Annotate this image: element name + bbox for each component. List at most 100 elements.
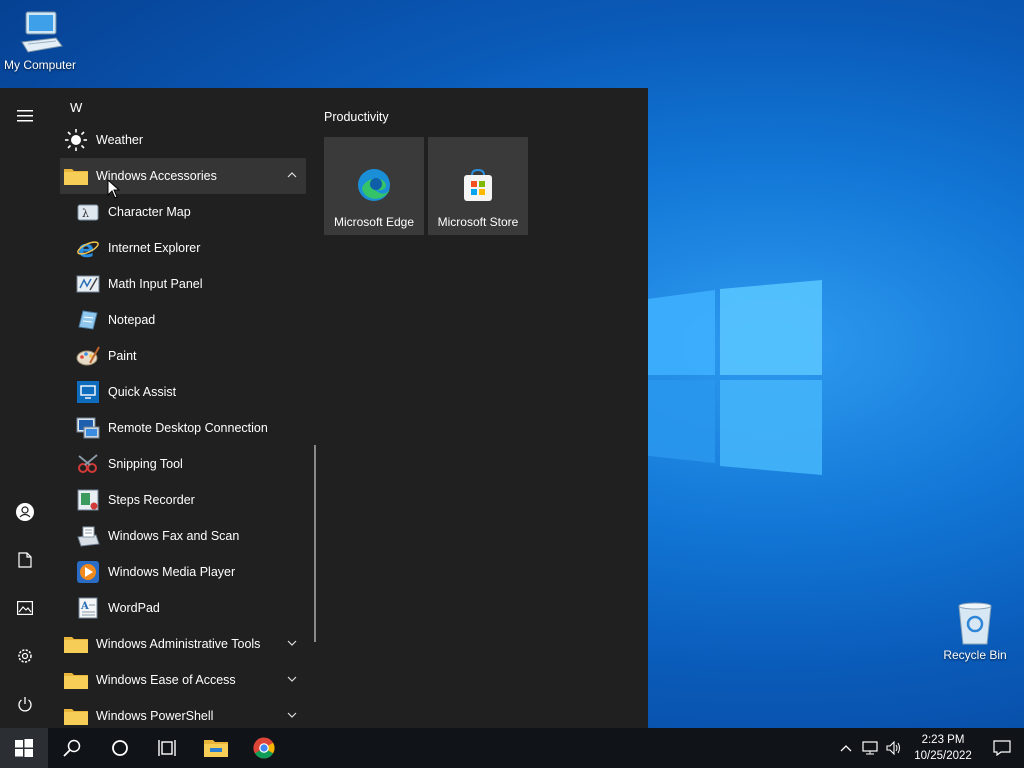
app-label: Remote Desktop Connection [108,421,268,435]
notification-icon [993,740,1011,756]
action-center-button[interactable] [980,728,1024,768]
app-steps-recorder[interactable]: Steps Recorder [60,482,306,518]
cortana-button[interactable] [96,728,144,768]
taskbar: 2:23 PM 10/25/2022 [0,728,1024,768]
user-button[interactable] [0,492,50,532]
app-media-player[interactable]: Windows Media Player [60,554,306,590]
user-icon [16,503,34,521]
chrome-button[interactable] [240,728,288,768]
network-button[interactable] [858,728,882,768]
quick-assist-icon [76,380,100,404]
desktop-icon-label: My Computer [3,58,77,72]
folder-administrative-tools[interactable]: Windows Administrative Tools [60,626,306,662]
power-icon [18,697,32,712]
app-fax-scan[interactable]: Windows Fax and Scan [60,518,306,554]
folder-label: Windows Ease of Access [96,673,236,687]
app-label: Character Map [108,205,191,219]
documents-icon [18,552,32,568]
app-weather[interactable]: Weather [60,122,306,158]
start-button[interactable] [0,728,48,768]
notepad-icon [76,308,100,332]
folder-windows-accessories[interactable]: Windows Accessories [60,158,306,194]
remote-desktop-icon [76,416,100,440]
app-remote-desktop[interactable]: Remote Desktop Connection [60,410,306,446]
app-label: WordPad [108,601,160,615]
steps-recorder-icon [76,488,100,512]
search-button[interactable] [48,728,96,768]
chevron-up-icon[interactable] [286,169,298,181]
wordpad-icon: A [76,596,100,620]
folder-icon [64,632,88,656]
task-view-button[interactable] [144,728,192,768]
app-wordpad[interactable]: A WordPad [60,590,306,626]
desktop-icon-my-computer[interactable]: My Computer [0,8,80,72]
mouse-cursor-icon [107,179,121,199]
app-label: Windows Fax and Scan [108,529,240,543]
app-label: Weather [96,133,144,147]
app-label: Windows Media Player [108,565,236,579]
clock[interactable]: 2:23 PM 10/25/2022 [906,732,980,764]
edge-icon [358,169,390,201]
chrome-icon [253,737,275,759]
tiles-group-header[interactable]: Productivity [324,110,389,124]
folder-icon [64,668,88,692]
tile-microsoft-edge[interactable]: Microsoft Edge [324,137,424,235]
character-map-icon: λ [76,200,100,224]
folder-label: Windows Administrative Tools [96,637,261,651]
start-menu: W Weather Windows Accessories λ Characte… [0,88,648,728]
svg-text:λ: λ [82,207,89,220]
folder-powershell[interactable]: Windows PowerShell [60,698,306,728]
tile-label: Microsoft Store [437,215,519,229]
app-list-scrollbar[interactable] [314,445,316,642]
windows-wallpaper-logo [640,280,822,475]
volume-icon [886,741,900,755]
chevron-down-icon[interactable] [286,637,298,649]
app-internet-explorer[interactable]: e Internet Explorer [60,230,306,266]
recycle-bin-icon [958,602,992,645]
start-rail [0,88,50,728]
folder-ease-of-access[interactable]: Windows Ease of Access [60,662,306,698]
desktop-icon-recycle-bin[interactable]: Recycle Bin [935,600,1015,662]
pictures-button[interactable] [0,588,50,628]
clock-date: 10/25/2022 [914,750,972,762]
folder-icon [64,164,88,188]
tile-microsoft-store[interactable]: Microsoft Store [428,137,528,235]
chevron-down-icon[interactable] [286,673,298,685]
app-quick-assist[interactable]: Quick Assist [60,374,306,410]
app-math-input-panel[interactable]: Math Input Panel [60,266,306,302]
folder-icon [64,704,88,728]
app-paint[interactable]: Paint [60,338,306,374]
power-button[interactable] [0,684,50,724]
chevron-down-icon[interactable] [286,709,298,721]
internet-explorer-icon: e [76,236,100,260]
system-tray: 2:23 PM 10/25/2022 [834,728,1024,768]
clock-time: 2:23 PM [921,734,965,746]
tile-label: Microsoft Edge [333,215,415,229]
app-character-map[interactable]: λ Character Map [60,194,306,230]
fax-scan-icon [76,524,100,548]
cortana-icon [112,740,128,756]
app-label: Snipping Tool [108,457,183,471]
snipping-tool-icon [76,452,100,476]
app-notepad[interactable]: Notepad [60,302,306,338]
menu-button[interactable] [0,96,50,136]
section-letter[interactable]: W [70,100,82,115]
settings-icon [18,649,32,663]
settings-button[interactable] [0,636,50,676]
desktop-icon-label: Recycle Bin [943,648,1007,662]
chevron-up-icon [840,745,852,752]
network-icon [862,741,878,755]
documents-button[interactable] [0,540,50,580]
menu-icon [17,110,33,122]
app-label: Math Input Panel [108,277,203,291]
app-label: Quick Assist [108,385,177,399]
show-hidden-icons-button[interactable] [834,728,858,768]
volume-button[interactable] [882,728,906,768]
weather-icon [64,128,88,152]
media-player-icon [76,560,100,584]
file-explorer-button[interactable] [192,728,240,768]
app-snipping-tool[interactable]: Snipping Tool [60,446,306,482]
app-list: W Weather Windows Accessories λ Characte… [60,88,306,728]
task-view-icon [158,740,176,756]
computer-icon [21,11,63,53]
